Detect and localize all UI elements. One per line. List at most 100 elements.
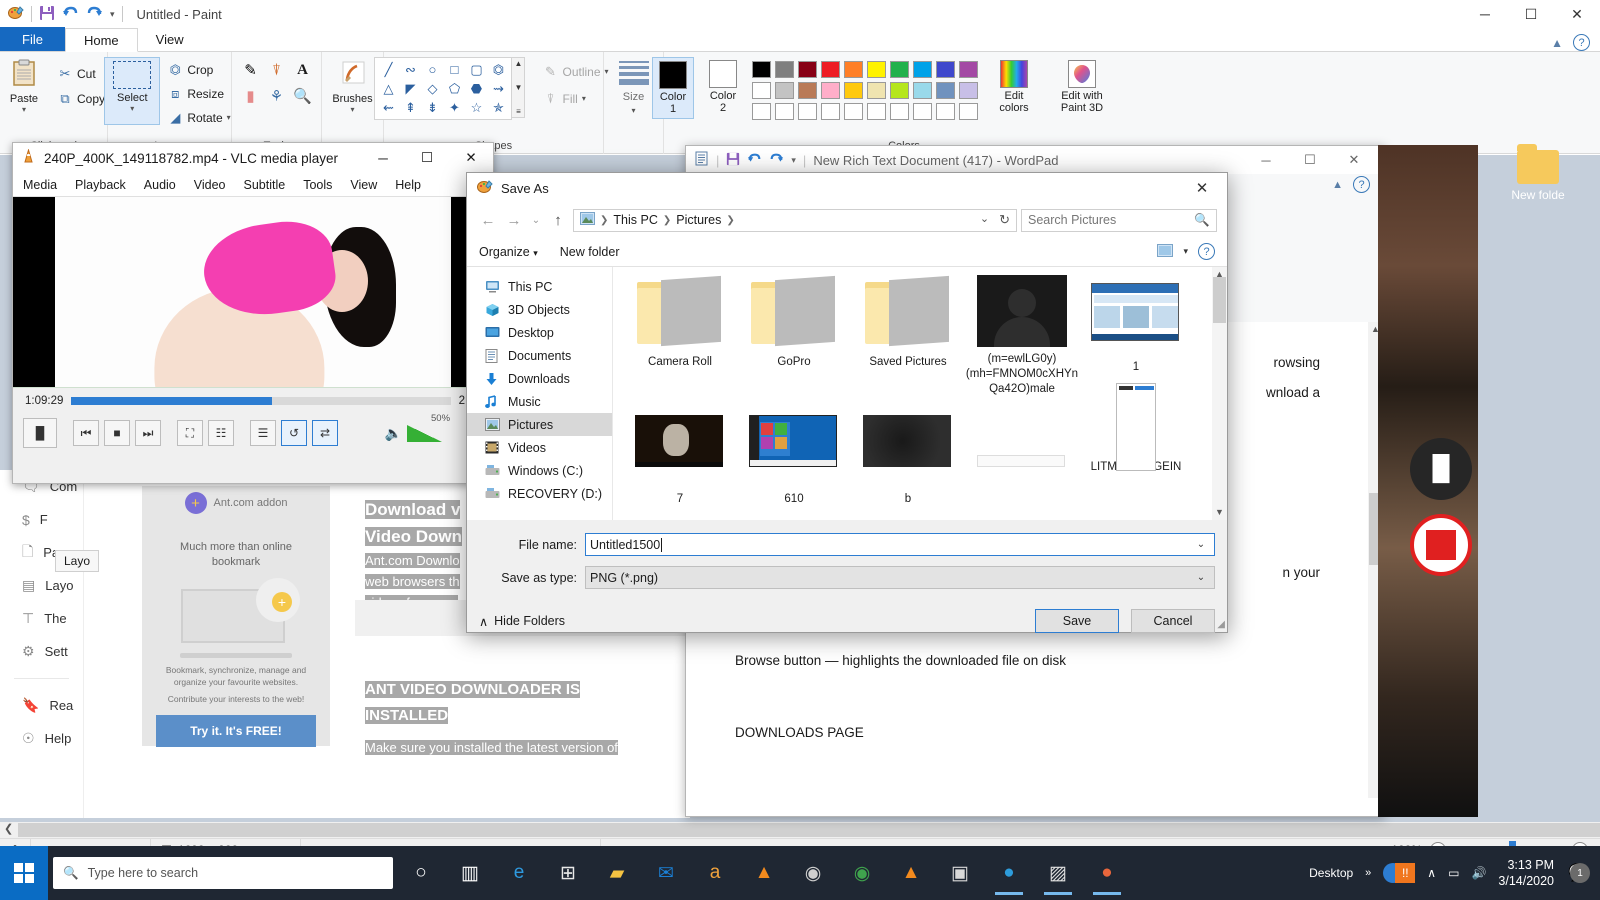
vlc-menu-playback[interactable]: Playback (75, 178, 126, 192)
palette-swatch-1-3[interactable] (821, 82, 840, 99)
edit-colors-button[interactable]: Edit colors (988, 57, 1040, 117)
rotate-button[interactable]: ◢ Rotate ▾ (163, 107, 234, 128)
vlc-maximize-button[interactable]: ☐ (405, 143, 449, 173)
taskbar-search-box[interactable]: 🔍 Type here to search (53, 857, 393, 889)
save-as-close-button[interactable]: ✕ (1181, 174, 1223, 202)
task-view-icon[interactable]: ▥ (448, 850, 492, 896)
wordpad-collapse-ribbon-icon[interactable]: ▲ (1332, 179, 1343, 191)
shape-six-point-star-icon[interactable]: ✯ (487, 98, 509, 117)
sidebar-item-settings[interactable]: ⚙ Sett (0, 635, 83, 668)
shape-four-point-star-icon[interactable]: ✦ (443, 98, 465, 117)
vlc-icon[interactable]: ▲ (742, 850, 786, 896)
shapes-gallery[interactable]: ╱ ∾ ○ □ ▢ ⏣ △ ◤ ◇ ⬠ ⬣ ⇝ ⇜ ⇞ ⇟ ✦ ☆ ✯ (374, 57, 513, 120)
file-item[interactable]: hi (965, 401, 1079, 520)
shape-five-point-star-icon[interactable]: ☆ (465, 98, 487, 117)
new-folder-button[interactable]: New folder (560, 245, 620, 259)
file-item[interactable]: b (851, 401, 965, 520)
shape-oval-icon[interactable]: ○ (421, 60, 443, 79)
forward-button[interactable]: → (503, 209, 525, 231)
magnifier-icon[interactable]: 🔍 (290, 83, 316, 109)
paint-minimize-button[interactable]: ─ (1462, 0, 1508, 28)
file-explorer-icon[interactable]: ▰ (595, 850, 639, 896)
sidebar-item-earnings[interactable]: $ F (0, 503, 83, 536)
palette-swatch-0-9[interactable] (959, 61, 978, 78)
sidebar-item-layout[interactable]: ▤ Layo (0, 569, 83, 602)
palette-swatch-0-3[interactable] (821, 61, 840, 78)
palette-swatch-1-9[interactable] (959, 82, 978, 99)
store-icon[interactable]: ⊞ (546, 850, 590, 896)
file-name-dropdown-icon[interactable]: ⌄ (1192, 539, 1210, 550)
shape-arrow-left-icon[interactable]: ⇜ (377, 98, 399, 117)
recorder-icon[interactable]: ◉ (791, 850, 835, 896)
show-hidden-icons-button[interactable]: ∧ (1427, 866, 1436, 880)
palette-swatch-1-5[interactable] (867, 82, 886, 99)
battery-icon[interactable]: ▭ (1448, 866, 1459, 880)
tree-item-videos[interactable]: Videos (467, 436, 612, 459)
shapes-expand-icon[interactable]: ≡ (516, 107, 521, 116)
tree-item-this-pc[interactable]: This PC (467, 275, 612, 298)
shape-polygon-icon[interactable]: ⏣ (487, 60, 509, 79)
save-icon[interactable] (39, 5, 55, 24)
vlc-pause-button[interactable]: ▐▌ (23, 418, 57, 448)
paint-icon[interactable]: ▨ (1036, 850, 1080, 896)
refresh-icon[interactable]: ↻ (999, 212, 1010, 228)
up-button[interactable]: ↑ (547, 209, 569, 231)
browser-sidebar[interactable]: 🗨 Com $ F 🗋 Pag ▤ Layo ⊤ The ⚙ Sett 🔖 Re… (0, 470, 84, 818)
palette-swatch-2-9[interactable] (959, 103, 978, 120)
taskbar[interactable]: 🔍 Type here to search ○ ▥ e ⊞ ▰ ✉ a ▲ ◉ ◉ ▲ ▣ ● ▨ ● De… (0, 846, 1600, 900)
palette-swatch-2-8[interactable] (936, 103, 955, 120)
vlc-playlist-button[interactable]: ☰ (250, 420, 276, 446)
shape-rectangle-icon[interactable]: □ (443, 60, 465, 79)
vlc-menu-video[interactable]: Video (194, 178, 226, 192)
tray-overflow-icon[interactable]: » (1365, 867, 1371, 879)
file-item[interactable]: 7 (623, 401, 737, 520)
breadcrumb-item-this-pc[interactable]: This PC (613, 213, 657, 227)
vlc-control-bar[interactable]: ▐▌ ⏮ ■ ⏭ ⛶ ☷ ☰ ↺ ⇄ 🔈 50% (13, 413, 493, 453)
fill-icon[interactable]: ⍒ (264, 57, 290, 83)
palette-swatch-2-6[interactable] (890, 103, 909, 120)
wordpad-save-icon[interactable] (726, 152, 740, 169)
file-grid[interactable]: Camera Roll GoPro Saved Pictures (m=ewlLG0y… (613, 267, 1227, 520)
help-icon[interactable]: ? (1573, 34, 1590, 51)
vlc-tray-icon[interactable]: !! (1383, 863, 1416, 883)
palette-swatch-0-4[interactable] (844, 61, 863, 78)
recorder-controls[interactable]: ▐▌ (1410, 438, 1480, 590)
palette-swatch-2-2[interactable] (798, 103, 817, 120)
system-tray[interactable]: Desktop » !! ∧ ▭ 🔊 3:13 PM 3/14/2020 💬 1 (1309, 857, 1600, 889)
vlc-window-controls[interactable]: ─ ☐ ✕ (361, 143, 493, 173)
organize-button[interactable]: Organize ▾ (479, 245, 538, 259)
file-item[interactable]: Camera Roll (623, 275, 737, 397)
shape-line-icon[interactable]: ╱ (377, 60, 399, 79)
size-dropdown-arrow[interactable]: ▾ (631, 106, 635, 115)
color-palette[interactable] (752, 57, 980, 122)
vlc-minimize-button[interactable]: ─ (361, 143, 405, 173)
paint-tab-bar[interactable]: File Home View ▲ ? (0, 27, 1600, 52)
wordpad-window-controls[interactable]: ─ ☐ ✕ (1244, 146, 1376, 174)
text-icon[interactable]: A (290, 57, 316, 83)
camera-icon[interactable]: ▣ (938, 850, 982, 896)
vlc-next-button[interactable]: ⏭ (135, 420, 161, 446)
volume-icon[interactable]: 🔊 (1471, 866, 1486, 880)
navigation-tree[interactable]: This PC 3D Objects Desktop Documents Downloa… (467, 267, 612, 520)
shape-curve-icon[interactable]: ∾ (399, 60, 421, 79)
wordpad-customize-icon[interactable]: ▾ (791, 155, 796, 166)
shape-hexagon-icon[interactable]: ⬣ (465, 79, 487, 98)
quick-access-toolbar[interactable]: ▾ (0, 5, 131, 24)
vlc-menu-media[interactable]: Media (23, 178, 57, 192)
paste-button[interactable]: Paste ▾ (0, 57, 50, 114)
file-item[interactable]: GoPro (737, 275, 851, 397)
shape-triangle-icon[interactable]: △ (377, 79, 399, 98)
palette-swatch-1-2[interactable] (798, 82, 817, 99)
palette-swatch-1-8[interactable] (936, 82, 955, 99)
ribbon-help-group[interactable]: ▲ ? (1551, 34, 1600, 51)
brushes-dropdown-arrow[interactable]: ▾ (350, 105, 354, 114)
palette-swatch-1-7[interactable] (913, 82, 932, 99)
sidebar-item-reading[interactable]: 🔖 Rea (0, 689, 83, 722)
mail-icon[interactable]: ✉ (644, 850, 688, 896)
customize-qat-icon[interactable]: ▾ (110, 9, 115, 20)
vlc-close-button[interactable]: ✕ (449, 143, 493, 173)
desktop-peek-label[interactable]: Desktop (1309, 866, 1353, 880)
pause-recording-button[interactable]: ▐▌ (1410, 438, 1472, 500)
rotate-dropdown-arrow[interactable]: ▾ (227, 113, 231, 122)
breadcrumb[interactable]: ❯ This PC ❯ Pictures ❯ ⌄ ↻ (573, 208, 1017, 232)
